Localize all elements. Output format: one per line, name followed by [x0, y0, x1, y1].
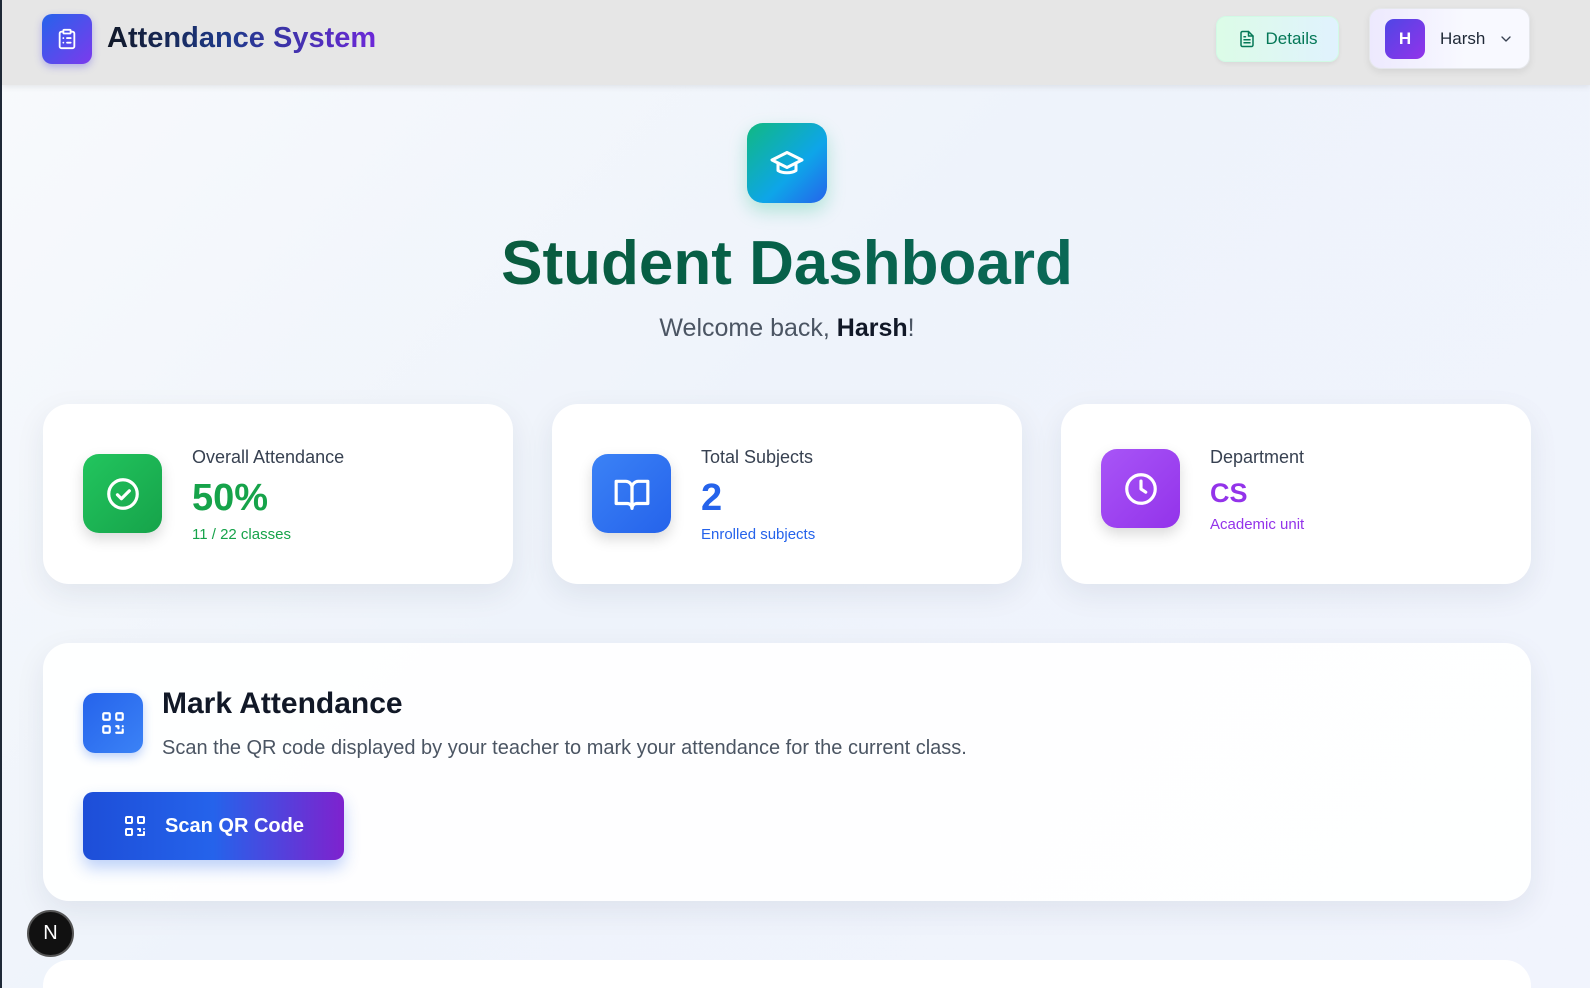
qr-code-icon — [102, 712, 124, 734]
details-button-label: Details — [1265, 29, 1318, 48]
chevron-down-icon — [1501, 36, 1511, 42]
subjects-count: 2 — [701, 477, 723, 519]
avatar: H — [1385, 19, 1425, 59]
book-open-icon — [614, 479, 649, 510]
stat-label: Total Subjects — [701, 447, 814, 467]
stat-label: Overall Attendance — [192, 447, 345, 467]
app-title: Attendance System — [107, 22, 377, 54]
mark-attendance-title: Mark Attendance — [162, 687, 403, 720]
dev-tools-badge[interactable]: N — [27, 910, 74, 957]
stat-label: Department — [1210, 447, 1305, 467]
department-icon-box — [1101, 449, 1180, 528]
clipboard-icon — [58, 28, 76, 50]
file-text-icon — [1239, 30, 1254, 48]
app-logo[interactable] — [42, 14, 92, 64]
mark-attendance-card: Mark Attendance Scan the QR code display… — [43, 643, 1531, 901]
department-value: CS — [1210, 478, 1248, 508]
subjects-card: Total Subjects 2 Enrolled subjects — [552, 404, 1022, 584]
scan-qr-button-label: Scan QR Code — [165, 814, 304, 837]
next-section-card — [43, 960, 1531, 988]
clock-icon — [1124, 472, 1157, 505]
top-navbar: Attendance System Details H Harsh — [2, 0, 1590, 85]
details-button[interactable]: Details — [1216, 16, 1339, 62]
department-sub: Academic unit — [1210, 516, 1305, 533]
page-title: Student Dashboard — [2, 228, 1572, 299]
mark-attendance-description: Scan the QR code displayed by your teach… — [162, 737, 967, 759]
subjects-icon-box — [592, 454, 671, 533]
graduation-cap-icon — [770, 151, 804, 175]
welcome-message: Welcome back, Harsh! — [2, 314, 1572, 343]
user-menu[interactable]: H Harsh — [1369, 8, 1530, 69]
graduation-cap-badge — [747, 123, 827, 203]
check-circle-icon — [106, 477, 139, 510]
user-name: Harsh — [1440, 29, 1486, 48]
subjects-sub: Enrolled subjects — [701, 526, 816, 543]
welcome-name: Harsh — [836, 314, 908, 342]
attendance-classes: 11 / 22 classes — [192, 526, 291, 543]
welcome-suffix: ! — [907, 314, 915, 342]
qr-icon-box — [83, 693, 143, 753]
attendance-card: Overall Attendance 50% 11 / 22 classes — [43, 404, 513, 584]
scan-qr-button[interactable]: Scan QR Code — [83, 792, 344, 860]
attendance-percentage: 50% — [192, 477, 269, 519]
qr-code-icon — [125, 816, 146, 836]
welcome-prefix: Welcome back, — [659, 314, 837, 342]
attendance-icon-box — [83, 454, 162, 533]
department-card: Department CS Academic unit — [1061, 404, 1531, 584]
